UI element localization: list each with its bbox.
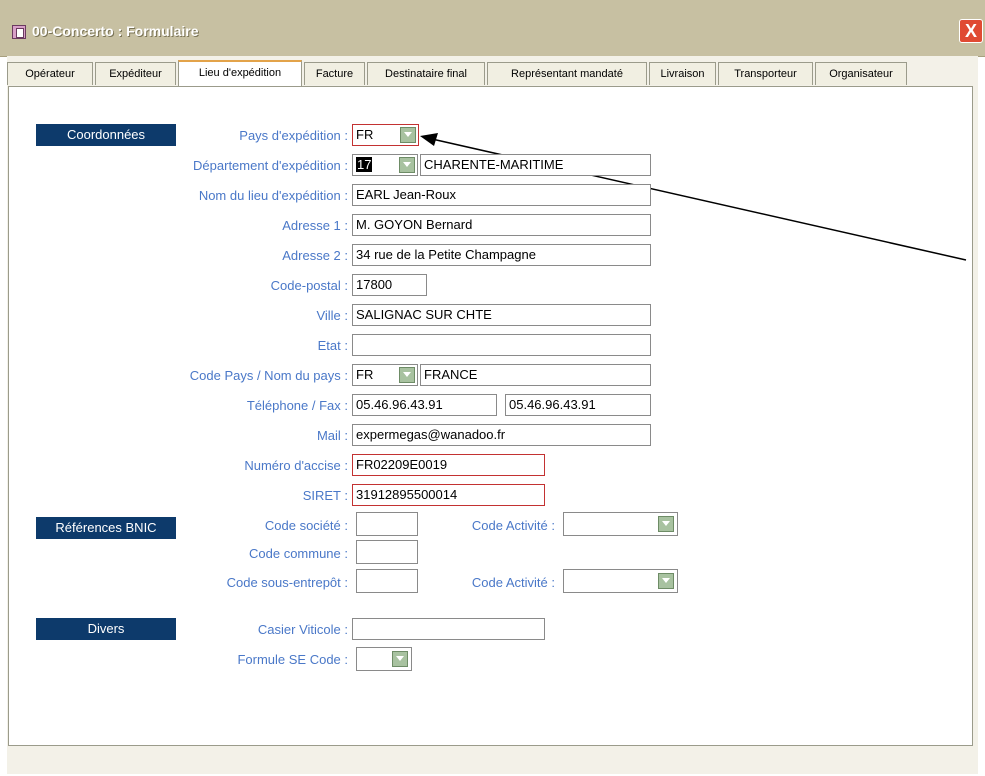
code-sous-entrepot-label: Code sous-entrepôt :: [226, 575, 348, 590]
code-pays-value: FR: [356, 367, 374, 382]
tab-destinataire-final[interactable]: Destinataire final: [367, 62, 485, 85]
code-activite-2-select[interactable]: [563, 569, 678, 593]
pays-expedition-value: FR: [356, 127, 374, 142]
window-title: 00-Concerto : Formulaire: [32, 23, 199, 39]
accise-input[interactable]: FR02209E0019: [352, 454, 545, 476]
siret-label: SIRET :: [302, 488, 348, 503]
telephone-fax-label: Téléphone / Fax :: [246, 398, 348, 413]
code-commune-input[interactable]: [356, 540, 418, 564]
fax-input[interactable]: 05.46.96.43.91: [505, 394, 651, 416]
tab-livraison[interactable]: Livraison: [649, 62, 716, 85]
mail-input[interactable]: expermegas@wanadoo.fr: [352, 424, 651, 446]
window-status-area: [7, 747, 978, 774]
telephone-input[interactable]: 05.46.96.43.91: [352, 394, 497, 416]
section-references-bnic: Références BNIC: [36, 517, 176, 539]
tab-facture[interactable]: Facture: [304, 62, 365, 85]
pays-expedition-select[interactable]: FR: [352, 124, 419, 146]
code-societe-label: Code société :: [264, 518, 348, 533]
adresse1-input[interactable]: M. GOYON Bernard: [352, 214, 651, 236]
code-activite-2-label: Code Activité :: [471, 575, 555, 590]
mail-label: Mail :: [316, 428, 348, 443]
code-postal-input[interactable]: 17800: [352, 274, 427, 296]
formule-se-code-select[interactable]: [356, 647, 412, 671]
tab-lieu-expedition[interactable]: Lieu d'expédition: [178, 60, 302, 86]
tab-representant-mandate[interactable]: Représentant mandaté: [487, 62, 647, 85]
dropdown-arrow-icon[interactable]: [658, 516, 674, 532]
accise-label: Numéro d'accise :: [244, 458, 348, 473]
nom-lieu-label: Nom du lieu d'expédition :: [198, 188, 348, 203]
departement-name-field[interactable]: CHARENTE-MARITIME: [420, 154, 651, 176]
dropdown-arrow-icon[interactable]: [399, 367, 415, 383]
code-societe-input[interactable]: [356, 512, 418, 536]
adresse2-input[interactable]: 34 rue de la Petite Champagne: [352, 244, 651, 266]
section-divers: Divers: [36, 618, 176, 640]
tab-organisateur[interactable]: Organisateur: [815, 62, 907, 85]
casier-viticole-label: Casier Viticole :: [257, 622, 348, 637]
dropdown-arrow-icon[interactable]: [399, 157, 415, 173]
adresse1-label: Adresse 1 :: [282, 218, 348, 233]
formule-se-code-label: Formule SE Code :: [237, 652, 348, 667]
departement-code: 17: [356, 157, 373, 172]
code-commune-label: Code commune :: [249, 546, 348, 561]
form-icon: [12, 25, 26, 39]
code-pays-select[interactable]: FR: [352, 364, 418, 386]
section-coordonnees: Coordonnées: [36, 124, 176, 146]
dropdown-arrow-icon[interactable]: [392, 651, 408, 667]
tab-operateur[interactable]: Opérateur: [7, 62, 93, 85]
departement-label: Département d'expédition :: [193, 158, 348, 173]
code-postal-label: Code-postal :: [270, 278, 348, 293]
code-sous-entrepot-input[interactable]: [356, 569, 418, 593]
departement-select[interactable]: 17: [352, 154, 418, 176]
nom-pays-field[interactable]: FRANCE: [420, 364, 651, 386]
tab-expediteur[interactable]: Expéditeur: [95, 62, 176, 85]
casier-viticole-input[interactable]: [352, 618, 545, 640]
etat-input[interactable]: [352, 334, 651, 356]
ville-label: Ville :: [316, 308, 348, 323]
siret-input[interactable]: 31912895500014: [352, 484, 545, 506]
code-activite-select[interactable]: [563, 512, 678, 536]
nom-lieu-input[interactable]: EARL Jean-Roux: [352, 184, 651, 206]
pays-expedition-label: Pays d'expédition :: [239, 128, 348, 143]
code-activite-label: Code Activité :: [471, 518, 555, 533]
dropdown-arrow-icon[interactable]: [658, 573, 674, 589]
adresse2-label: Adresse 2 :: [282, 248, 348, 263]
ville-input[interactable]: SALIGNAC SUR CHTE: [352, 304, 651, 326]
close-button[interactable]: X: [959, 19, 983, 43]
code-pays-label: Code Pays / Nom du pays :: [189, 368, 348, 383]
etat-label: Etat :: [317, 338, 348, 353]
tab-transporteur[interactable]: Transporteur: [718, 62, 813, 85]
